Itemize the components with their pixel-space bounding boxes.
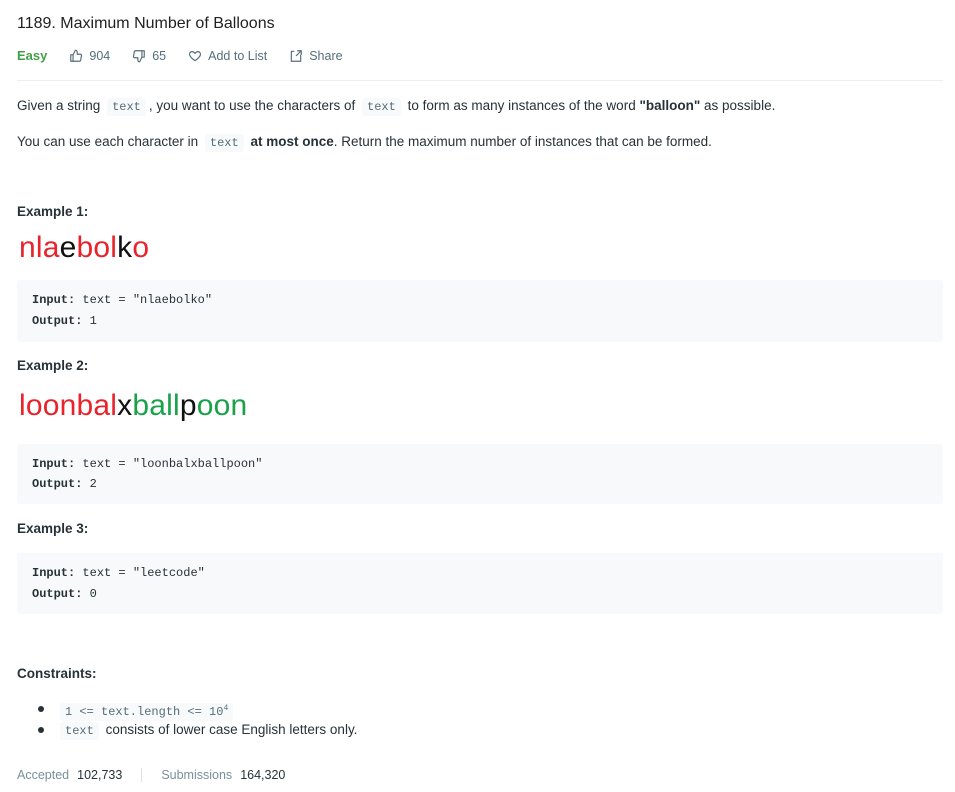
example-3-input: text = "leetcode": [82, 566, 205, 580]
problem-meta-bar: Easy 904 65 Add to List Share: [17, 48, 365, 63]
example-2-output: 2: [89, 477, 97, 491]
accepted-count: 102,733: [77, 768, 123, 782]
inline-code: text: [204, 134, 244, 152]
word-segment: oon: [196, 389, 248, 422]
share-icon: [290, 49, 303, 62]
list-item: text consists of lower case English lett…: [17, 719, 357, 740]
constraints-heading: Constraints:: [17, 666, 97, 681]
word-segment: e: [59, 231, 77, 264]
accepted-label: Accepted: [17, 768, 70, 782]
thumbs-down-icon: [133, 49, 146, 62]
example-3-output: 0: [89, 587, 97, 601]
like-count: 904: [89, 48, 111, 63]
word-segment: k: [117, 231, 133, 264]
word-segment: o: [132, 231, 150, 264]
submission-stats: Accepted 102,733 Submissions 164,320: [17, 768, 285, 782]
heart-icon: [189, 50, 202, 61]
example-1-output: 1: [89, 314, 97, 328]
submissions-label: Submissions: [161, 768, 233, 782]
word-segment: bol: [76, 231, 118, 264]
stats-divider: [141, 768, 143, 782]
balloon-word: "balloon": [639, 98, 701, 113]
description-paragraph-2: You can use each character in text at mo…: [17, 134, 712, 152]
share-button[interactable]: Share: [289, 48, 343, 63]
share-label: Share: [309, 48, 343, 63]
dislike-count: 65: [152, 48, 167, 63]
add-to-list-label: Add to List: [208, 48, 268, 63]
example-1-heading: Example 1:: [17, 204, 89, 219]
inline-code: text: [60, 722, 99, 740]
example-1-code-block: Input: text = "nlaebolko" Output: 1: [17, 280, 943, 342]
example-2-heading: Example 2:: [17, 358, 89, 373]
word-segment: nla: [19, 231, 60, 264]
thumbs-up-icon: [70, 49, 83, 62]
constraints-list: 1 <= text.length <= 104 text consists of…: [17, 698, 357, 740]
word-segment: loonbal: [19, 389, 118, 422]
description-paragraph-1: Given a string text, you want to use the…: [17, 98, 776, 116]
example-1-illustration: nlaebolko: [19, 231, 149, 265]
dislike-button[interactable]: 65: [132, 49, 166, 63]
example-2-illustration: loonbalxballpoon: [19, 389, 247, 423]
example-2-code-block: Input: text = "loonbalxballpoon" Output:…: [17, 444, 943, 504]
example-3-code-block: Input: text = "leetcode" Output: 0: [17, 553, 943, 614]
at-most-once-text: at most once: [250, 134, 334, 149]
example-3-heading: Example 3:: [17, 521, 89, 536]
list-item: 1 <= text.length <= 104: [17, 698, 357, 721]
inline-code: text: [107, 98, 146, 116]
problem-title: 1189. Maximum Number of Balloons: [17, 15, 275, 32]
example-1-input: text = "nlaebolko": [82, 293, 213, 307]
example-2-input: text = "loonbalxballpoon": [82, 457, 263, 471]
word-segment: ball: [132, 389, 180, 422]
word-segment: p: [179, 389, 197, 422]
like-button[interactable]: 904: [69, 49, 110, 63]
submissions-count: 164,320: [240, 768, 286, 782]
difficulty-label: Easy: [17, 48, 48, 63]
inline-code: text: [362, 98, 401, 116]
header-divider: [17, 80, 943, 81]
add-to-list-button[interactable]: Add to List: [188, 49, 267, 63]
word-segment: x: [117, 389, 133, 422]
